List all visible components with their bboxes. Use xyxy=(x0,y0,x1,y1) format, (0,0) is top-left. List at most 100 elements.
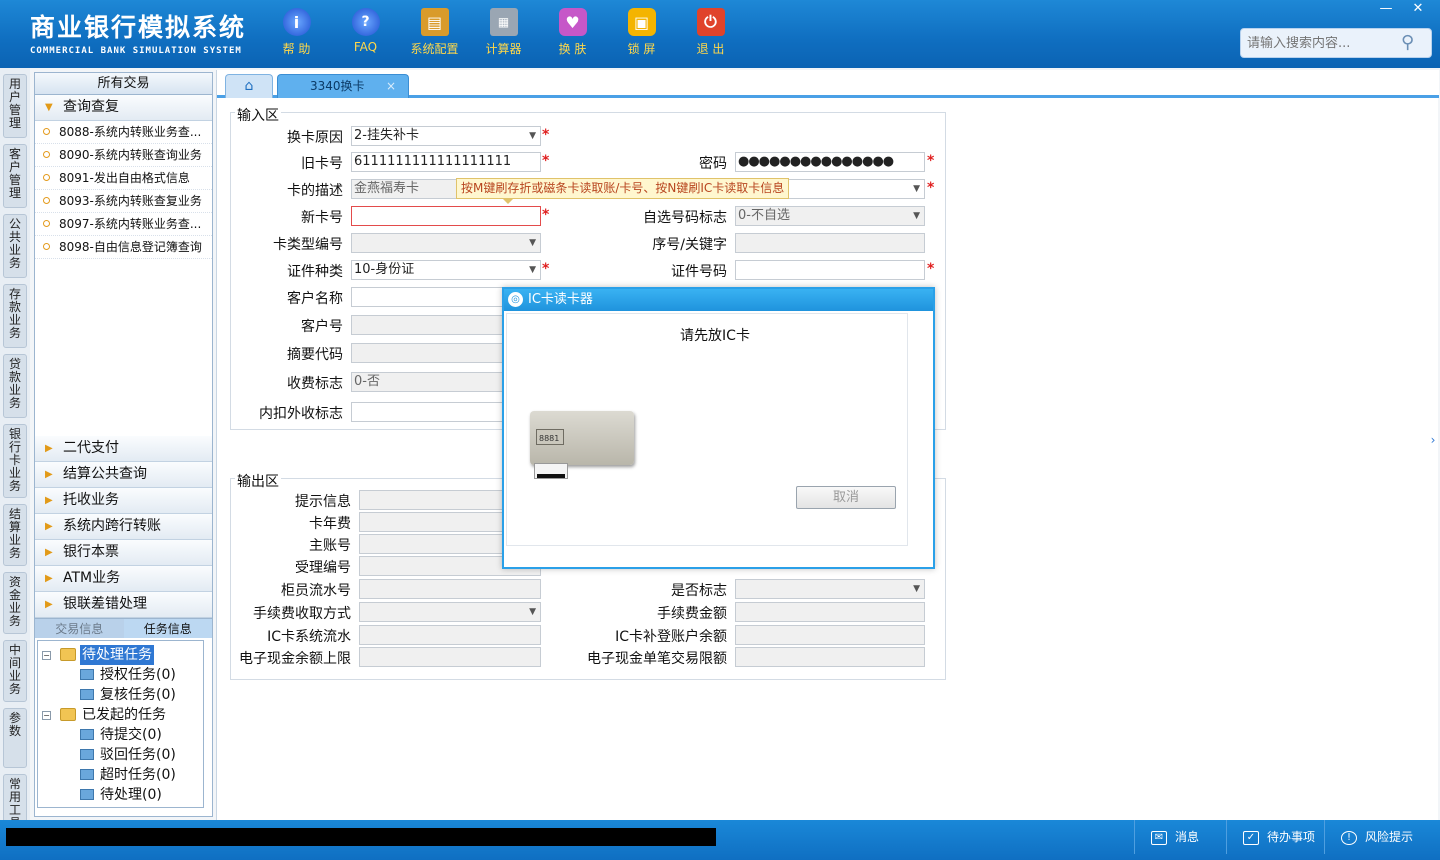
skin-button[interactable]: ♥ 换 肤 xyxy=(538,8,607,57)
id-type-value: 10-身份证 xyxy=(354,262,415,277)
menu-item-8097[interactable]: 8097-系统内转账业务查... xyxy=(35,213,212,236)
tab-close-icon[interactable]: × xyxy=(386,75,396,97)
tree-node-timeout[interactable]: 超时任务(0) xyxy=(38,765,203,785)
vtab-intermediate[interactable]: 中间业务 xyxy=(3,640,27,702)
menu-group-label: 托收业务 xyxy=(63,492,119,508)
vtab-customer-mgmt[interactable]: 客户管理 xyxy=(3,144,27,208)
vtab-user-mgmt[interactable]: 用户管理 xyxy=(3,74,27,138)
minimize-icon[interactable]: — xyxy=(1370,0,1402,18)
menu-item-8098[interactable]: 8098-自由信息登记簿查询 xyxy=(35,236,212,259)
messages-button[interactable]: ✉ 消息 xyxy=(1134,820,1226,854)
tree-node-pending[interactable]: − 待处理任务 xyxy=(38,645,203,665)
tree-node-review[interactable]: 复核任务(0) xyxy=(38,685,203,705)
todo-label: 待办事项 xyxy=(1267,830,1316,844)
menu-group-unionpay-error[interactable]: ▶ 银联差错处理 xyxy=(35,592,212,618)
card-type-dropdown[interactable]: ▼ xyxy=(351,233,541,253)
dialog-titlebar[interactable]: ◎ IC卡读卡器 xyxy=(504,289,933,311)
vtab-settlement[interactable]: 结算业务 xyxy=(3,504,27,566)
menu-group-query-reply[interactable]: ▼ 查询查复 xyxy=(35,95,212,121)
vtab-funds[interactable]: 资金业务 xyxy=(3,572,27,634)
home-icon: ⌂ xyxy=(244,78,254,94)
new-card-input[interactable] xyxy=(351,206,541,226)
vtab-params[interactable]: 参数 xyxy=(3,708,27,768)
todo-button[interactable]: ✓ 待办事项 xyxy=(1226,820,1324,854)
vtab-bank-card[interactable]: 银行卡业务 xyxy=(3,424,27,498)
tree-node-to-process[interactable]: 待处理(0) xyxy=(38,785,203,805)
menu-group-label: 银行本票 xyxy=(63,544,119,560)
app-subtitle: COMMERCIAL BANK SIMULATION SYSTEM xyxy=(30,46,242,56)
password-input[interactable]: ●●●●●●●●●●●●●●● xyxy=(735,152,925,172)
tree-label: 待提交(0) xyxy=(100,727,162,743)
ic-card-icon xyxy=(534,463,568,479)
collapsed-arrow-icon: ▶ xyxy=(45,521,53,532)
tab-home[interactable]: ⌂ xyxy=(225,74,273,98)
search-input[interactable] xyxy=(1241,35,1401,51)
tab-transaction-info[interactable]: 交易信息 xyxy=(35,619,124,638)
menu-group-label: 二代支付 xyxy=(63,440,119,456)
id-no-input[interactable] xyxy=(735,260,925,280)
menu-item-8093[interactable]: 8093-系统内转账查复业务 xyxy=(35,190,212,213)
bullet-icon xyxy=(43,174,50,181)
vtab-public-business[interactable]: 公共业务 xyxy=(3,214,27,278)
chevron-down-icon: ▼ xyxy=(529,607,536,617)
menu-group-collection[interactable]: ▶ 托收业务 xyxy=(35,488,212,514)
faq-button[interactable]: ? FAQ xyxy=(331,8,400,57)
collapse-icon[interactable]: − xyxy=(42,711,51,720)
config-button[interactable]: ▤ 系统配置 xyxy=(400,8,469,57)
output-section-title: 输出区 xyxy=(235,471,281,491)
expand-panel-icon[interactable]: › xyxy=(1428,422,1438,458)
close-icon[interactable]: ✕ xyxy=(1402,0,1434,18)
menu-item-label: 8091-发出自由格式信息 xyxy=(59,171,190,185)
search-box: ⚲ xyxy=(1240,28,1432,58)
old-card-input[interactable]: 6111111111111111111 xyxy=(351,152,541,172)
vtab-loan[interactable]: 贷款业务 xyxy=(3,354,27,418)
menu-group-cashier-check[interactable]: ▶ 银行本票 xyxy=(35,540,212,566)
reason-select[interactable]: 2-挂失补卡 ▼ xyxy=(351,126,541,146)
tree-node-to-submit[interactable]: 待提交(0) xyxy=(38,725,203,745)
risk-alert-button[interactable]: ! 风险提示 xyxy=(1324,820,1440,854)
collapse-icon[interactable]: − xyxy=(42,651,51,660)
tree-node-initiated[interactable]: − 已发起的任务 xyxy=(38,705,203,725)
menu-item-8090[interactable]: 8090-系统内转账查询业务 xyxy=(35,144,212,167)
fee-method-dropdown[interactable]: ▼ xyxy=(359,602,541,622)
self-select-dropdown[interactable]: 0-不自选 ▼ xyxy=(735,206,925,226)
tab-task-info[interactable]: 任务信息 xyxy=(123,619,212,638)
yes-no-flag-label: 是否标志 xyxy=(671,583,727,599)
tree-node-auth[interactable]: 授权任务(0) xyxy=(38,665,203,685)
config-icon: ▤ xyxy=(420,8,449,36)
tree-node-rejected[interactable]: 驳回任务(0) xyxy=(38,745,203,765)
menu-group-interbank-transfer[interactable]: ▶ 系统内跨行转账 xyxy=(35,514,212,540)
yes-no-flag-dropdown[interactable]: ▼ xyxy=(735,579,925,599)
menu-item-label: 8097-系统内转账业务查... xyxy=(59,217,202,231)
help-button[interactable]: i 帮 助 xyxy=(262,8,331,57)
checkbox-icon: ✓ xyxy=(1243,830,1259,845)
calculator-button[interactable]: ▦ 计算器 xyxy=(469,8,538,57)
menu-group-cnaps2[interactable]: ▶ 二代支付 xyxy=(35,436,212,462)
menu-group-atm[interactable]: ▶ ATM业务 xyxy=(35,566,212,592)
tree-label: 超时任务(0) xyxy=(100,767,176,783)
old-card-label: 旧卡号 xyxy=(301,156,343,172)
tab-3340-change-card[interactable]: 3340换卡 × xyxy=(277,74,409,98)
required-mark: * xyxy=(927,180,935,196)
search-icon[interactable]: ⚲ xyxy=(1401,32,1423,54)
menu-group-settlement-query[interactable]: ▶ 结算公共查询 xyxy=(35,462,212,488)
help-icon: i xyxy=(282,8,311,36)
seq-key-input[interactable] xyxy=(735,233,925,253)
vtab-deposit[interactable]: 存款业务 xyxy=(3,284,27,348)
app-header: 商业银行模拟系统 COMMERCIAL BANK SIMULATION SYST… xyxy=(0,0,1440,68)
menu-header[interactable]: 所有交易 xyxy=(35,73,212,95)
ic-seq-label: IC卡系统流水 xyxy=(267,629,351,645)
tree-label: 驳回任务(0) xyxy=(100,747,176,763)
app-brand: 商业银行模拟系统 COMMERCIAL BANK SIMULATION SYST… xyxy=(30,8,246,56)
id-type-dropdown[interactable]: 10-身份证 ▼ xyxy=(351,260,541,280)
cancel-button[interactable]: 取消 xyxy=(796,486,896,509)
folder-icon xyxy=(60,648,76,661)
lock-button[interactable]: ▣ 锁 屏 xyxy=(607,8,676,57)
chevron-down-icon: ▼ xyxy=(529,131,536,141)
exit-button[interactable]: ⏻ 退 出 xyxy=(676,8,745,57)
menu-item-8088[interactable]: 8088-系统内转账业务查... xyxy=(35,121,212,144)
card-read-tooltip: 按M键刷存折或磁条卡读取账/卡号、按N键刷IC卡读取卡信息 xyxy=(456,178,790,204)
menu-item-8091[interactable]: 8091-发出自由格式信息 xyxy=(35,167,212,190)
bullet-icon xyxy=(43,151,50,158)
tab-bar: ⌂ 3340换卡 × xyxy=(217,70,1439,98)
